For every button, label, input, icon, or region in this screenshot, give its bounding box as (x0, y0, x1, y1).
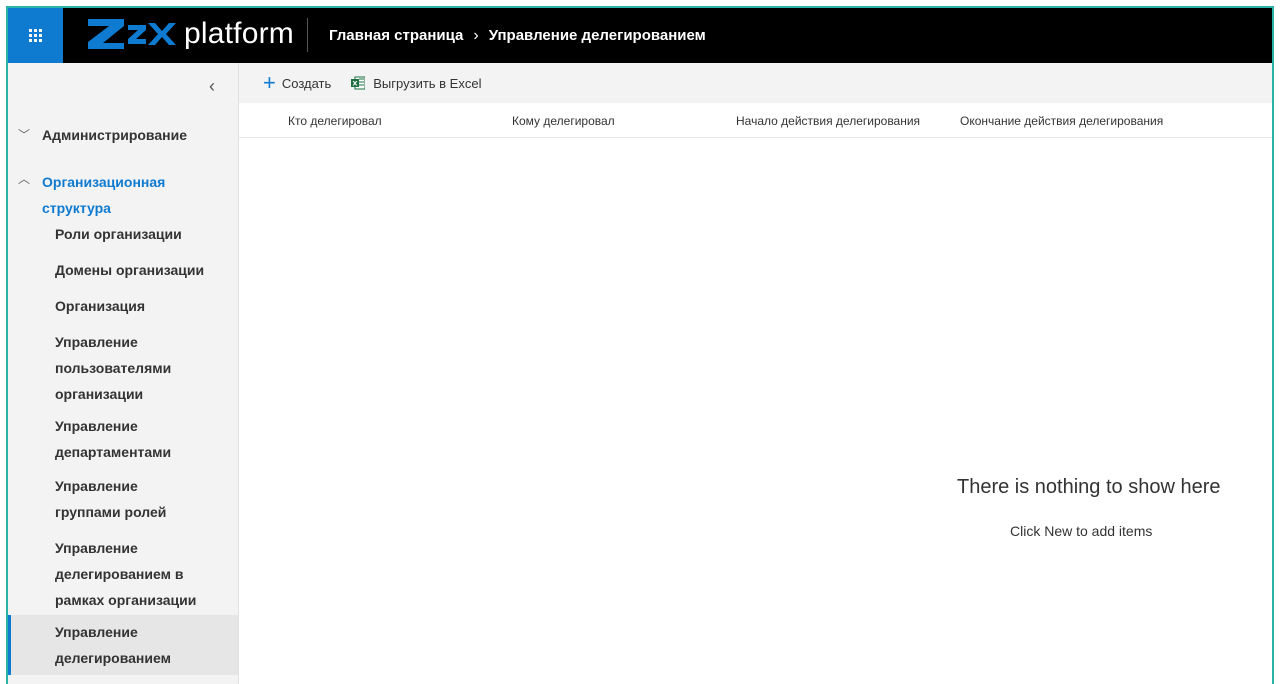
sidebar-item-role-group-management[interactable]: Управление группами ролей (8, 473, 238, 525)
sidebar: ‹ ﹀ Администрирование ︿ Организационная … (8, 63, 239, 684)
sidebar-item-org-domains[interactable]: Домены организации (8, 257, 238, 283)
app-logo[interactable]: platform (86, 14, 294, 54)
logo-text: platform (184, 17, 294, 50)
excel-icon: X (351, 76, 366, 90)
breadcrumb-separator-icon: › (473, 26, 479, 44)
empty-state-subtitle: Click New to add items (1010, 523, 1153, 539)
app-launcher-button[interactable] (8, 8, 63, 63)
sidebar-item-department-management[interactable]: Управление департаментами (8, 413, 238, 465)
nav-group-label: Администрирование (42, 127, 187, 143)
main-content: + Создать X Выгрузить в Excel Кто делеги… (239, 63, 1272, 684)
sidebar-item-organization[interactable]: Организация (8, 293, 238, 319)
zx-logo-icon (88, 19, 176, 49)
chevron-up-icon: ︿ (18, 172, 31, 186)
table-header: Кто делегировал Кому делегировал Начало … (239, 103, 1272, 138)
chevron-down-icon: ﹀ (18, 128, 31, 142)
app-window: platform Главная страница › Управление д… (6, 6, 1274, 684)
sidebar-item-org-roles[interactable]: Роли организации (8, 221, 238, 247)
sidebar-item-user-management[interactable]: Управление пользователями организации (8, 329, 238, 407)
svg-text:X: X (353, 80, 358, 88)
empty-state-title: There is nothing to show here (957, 476, 1221, 498)
create-button[interactable]: + Создать (263, 70, 332, 95)
nav-group-administration[interactable]: ﹀ Администрирование (8, 125, 238, 145)
sidebar-item-org-delegation-management[interactable]: Управление делегированием в рамках орган… (8, 535, 238, 613)
breadcrumb-home-link[interactable]: Главная страница (329, 27, 463, 44)
column-header-delegator[interactable]: Кто делегировал (288, 114, 382, 128)
nav-group-label: Организационная структура (42, 174, 166, 216)
export-excel-label: Выгрузить в Excel (373, 75, 482, 91)
column-header-delegate[interactable]: Кому делегировал (512, 114, 615, 128)
waffle-icon (29, 29, 42, 42)
sidebar-item-delegation-management[interactable]: Управление делегированием (8, 615, 238, 675)
plus-icon: + (263, 70, 276, 95)
column-header-end[interactable]: Окончание действия делегирования (960, 114, 1163, 128)
chevron-left-icon[interactable]: ‹ (202, 75, 222, 97)
nav-group-org-structure[interactable]: ︿ Организационная структура (8, 169, 238, 221)
breadcrumb: Главная страница › Управление делегирова… (329, 8, 706, 63)
command-bar: + Создать X Выгрузить в Excel (239, 63, 1272, 103)
breadcrumb-current: Управление делегированием (488, 27, 706, 44)
topbar-divider (307, 18, 308, 52)
top-bar: platform Главная страница › Управление д… (8, 8, 1272, 63)
export-excel-button[interactable]: X Выгрузить в Excel (351, 76, 481, 91)
create-button-label: Создать (281, 75, 332, 91)
column-header-start[interactable]: Начало действия делегирования (736, 114, 920, 128)
